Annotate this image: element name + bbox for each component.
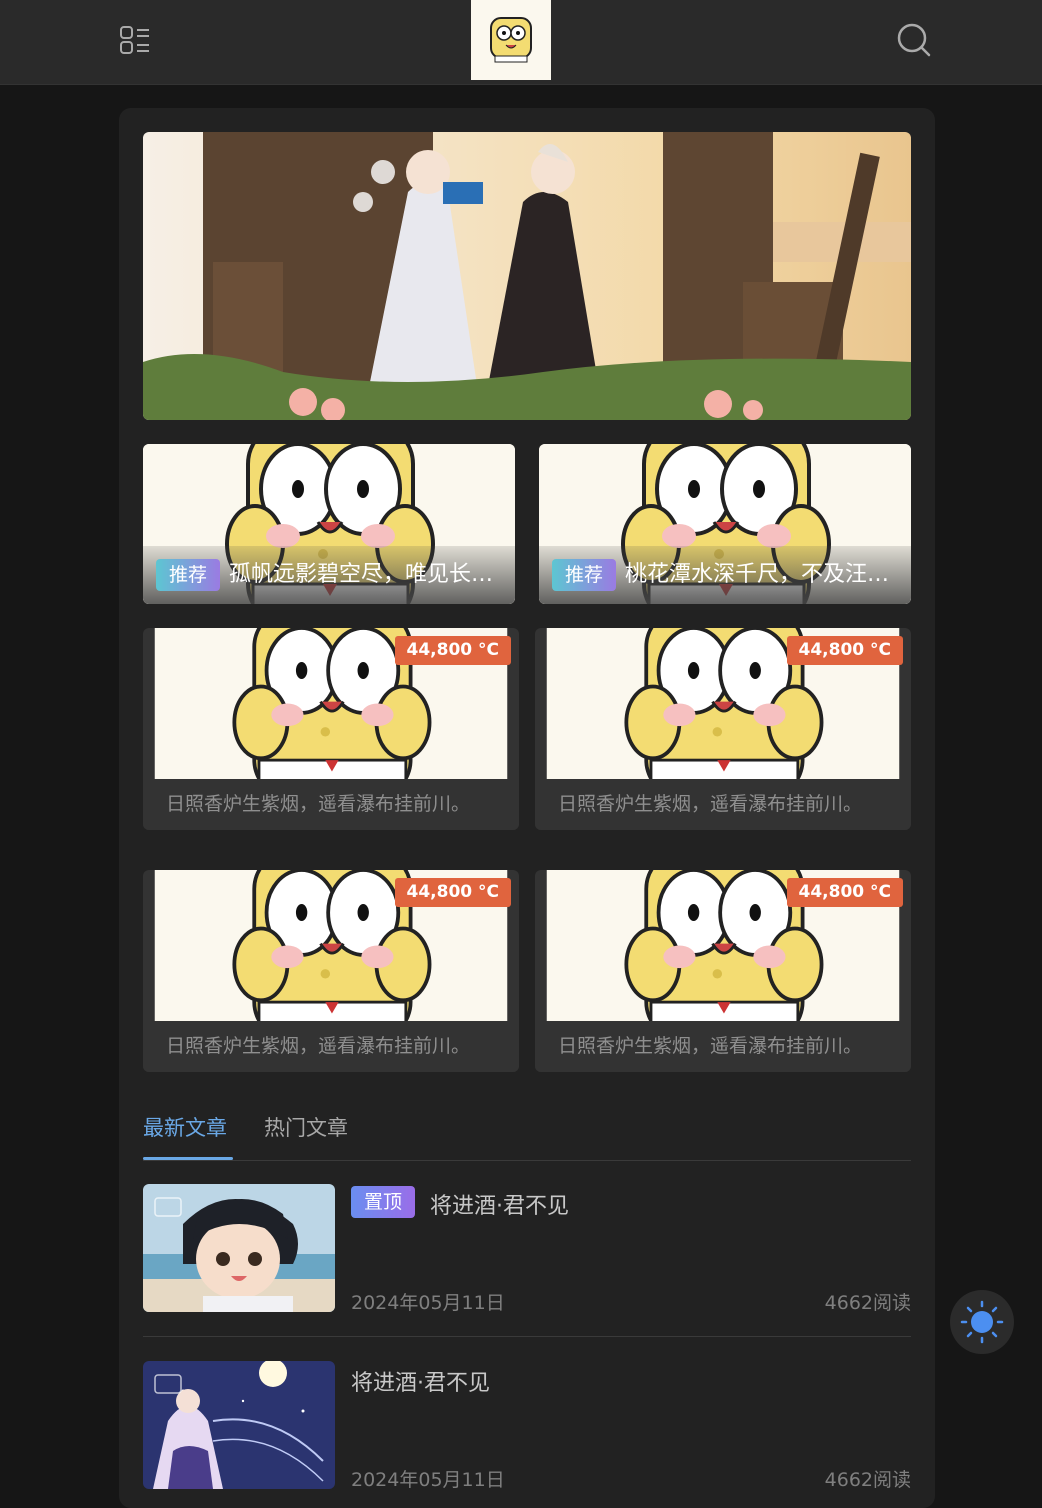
article-tabs: 最新文章 热门文章 [143, 1100, 911, 1161]
article-thumbnail-image[interactable] [143, 1184, 335, 1312]
recommended-title[interactable]: 孤帆远影碧空尽，唯见长… [229, 559, 509, 591]
sun-icon [960, 1300, 1004, 1344]
grid-card[interactable]: 44,800 °C 日照香炉生紫烟，遥看瀑布挂前川。 [535, 870, 911, 1072]
card-caption[interactable]: 日照香炉生紫烟，遥看瀑布挂前川。 [535, 1021, 911, 1072]
top-bar [0, 0, 1042, 85]
hero-banner-image[interactable] [143, 132, 911, 420]
tab-latest[interactable]: 最新文章 [143, 1112, 227, 1142]
grid-card[interactable]: 44,800 °C 日照香炉生紫烟，遥看瀑布挂前川。 [143, 628, 519, 830]
card-caption[interactable]: 日照香炉生紫烟，遥看瀑布挂前川。 [143, 1021, 519, 1072]
article-date: 2024年05月11日 [351, 1292, 505, 1314]
article-title[interactable]: 将进酒·君不见 [430, 1188, 569, 1220]
article-list-item[interactable]: 置顶 将进酒·君不见 2024年05月11日 4662阅读 [143, 1184, 911, 1314]
recommended-badge: 推荐 [156, 559, 220, 591]
grid-card[interactable]: 44,800 °C 日照香炉生紫烟，遥看瀑布挂前川。 [143, 870, 519, 1072]
article-read-count: 4662阅读 [824, 1469, 911, 1491]
recommended-title[interactable]: 桃花潭水深千尺，不及汪… [625, 559, 905, 591]
menu-grid-icon[interactable] [118, 24, 152, 58]
recommended-badge: 推荐 [552, 559, 616, 591]
active-tab-indicator [143, 1157, 233, 1160]
article-list-item[interactable]: 将进酒·君不见 2024年05月11日 4662阅读 [143, 1361, 911, 1491]
temperature-badge: 44,800 °C [394, 636, 511, 665]
pinned-badge: 置顶 [351, 1186, 415, 1218]
tab-popular[interactable]: 热门文章 [264, 1112, 348, 1142]
recommended-card[interactable]: 推荐 桃花潭水深千尺，不及汪… [539, 444, 911, 604]
temperature-badge: 44,800 °C [786, 636, 903, 665]
grid-card[interactable]: 44,800 °C 日照香炉生紫烟，遥看瀑布挂前川。 [535, 628, 911, 830]
article-divider [143, 1336, 911, 1337]
recommended-overlay: 推荐 孤帆远影碧空尽，唯见长… [143, 546, 515, 604]
recommended-card[interactable]: 推荐 孤帆远影碧空尽，唯见长… [143, 444, 515, 604]
article-title[interactable]: 将进酒·君不见 [351, 1365, 490, 1397]
article-read-count: 4662阅读 [824, 1292, 911, 1314]
temperature-badge: 44,800 °C [394, 878, 511, 907]
article-date: 2024年05月11日 [351, 1469, 505, 1491]
article-thumbnail-image[interactable] [143, 1361, 335, 1489]
temperature-badge: 44,800 °C [786, 878, 903, 907]
search-icon[interactable] [894, 20, 934, 60]
card-caption[interactable]: 日照香炉生紫烟，遥看瀑布挂前川。 [535, 779, 911, 830]
spongebob-logo[interactable] [471, 0, 551, 80]
recommended-overlay: 推荐 桃花潭水深千尺，不及汪… [539, 546, 911, 604]
card-caption[interactable]: 日照香炉生紫烟，遥看瀑布挂前川。 [143, 779, 519, 830]
theme-toggle-button[interactable] [950, 1290, 1014, 1354]
